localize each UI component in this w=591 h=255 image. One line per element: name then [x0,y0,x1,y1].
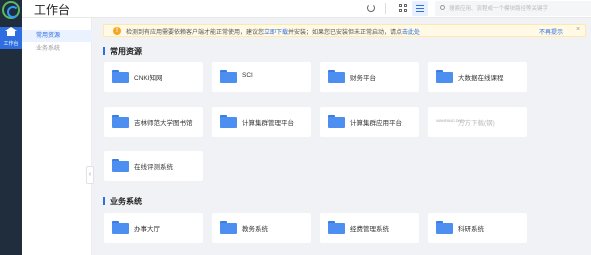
folder-icon [328,70,345,83]
folder-icon [220,115,237,128]
card-label: 在线评测系统 [134,164,173,171]
submenu-item-business[interactable]: 业务系统 [22,43,92,55]
close-notice-icon[interactable]: × [576,26,580,33]
section-title-business: 业务系统 [103,197,142,206]
dont-show-again-link[interactable]: 不再提示 [539,27,563,36]
card-label: 教务系统 [242,226,268,233]
grid-view-icon[interactable] [399,4,408,13]
main-content: ! 检测到有应用需要依赖客户端才能正常使用，建议您立即下载并安装；如果您已安装但… [100,18,591,255]
resource-card[interactable]: 科研系统 [428,213,527,243]
search-icon [440,5,445,10]
card-label: 计算集群应用平台 [350,120,402,127]
secondary-menu: 常用资源 业务系统 [22,18,92,255]
resource-card[interactable]: SCI [212,62,311,92]
section-title-common: 常用资源 [103,47,142,56]
card-label: 吉林师范大学图书馆 [134,120,193,127]
card-label: 计算集群管理平台 [242,120,294,127]
folder-icon [436,70,453,83]
folder-icon [220,70,237,83]
folder-icon [220,221,237,234]
nav-item-workbench[interactable]: 工作台 [0,27,22,49]
card-label: 科研系统 [458,226,484,233]
resource-card[interactable]: 吉林师范大学图书馆 [104,107,203,137]
folder-icon [112,115,129,128]
collapse-menu-button[interactable]: ‹ [86,166,94,184]
resource-card[interactable]: CNKI知网 [104,62,203,92]
refresh-icon[interactable] [367,4,375,12]
folder-icon [112,70,129,83]
notice-text: 检测到有应用需要依赖客户端才能正常使用，建议您立即下载并安装；如果您已安装但未正… [126,30,421,36]
resource-card[interactable]: 办事大厅 [104,213,203,243]
click-here-link[interactable]: 击此处 [402,30,420,36]
card-label: 经费管理系统 [350,226,389,233]
card-label: 办事大厅 [134,226,160,233]
client-notice-banner: ! 检测到有应用需要依赖客户端才能正常使用，建议您立即下载并安装；如果您已安装但… [103,24,586,37]
resource-card[interactable]: 计算集群管理平台 [212,107,311,137]
app-root: 工作台 工作台 搜索应用、流程或一个模块路径等关键字 × 常用资源 业务系统 ‹… [0,0,591,255]
folder-icon [436,221,453,234]
resource-card[interactable]: 经费管理系统 [320,213,419,243]
resource-card[interactable]: 财务平台 [320,62,419,92]
download-link[interactable]: 立即下载 [264,30,288,36]
search-input[interactable]: 搜索应用、流程或一个模块路径等关键字 × [435,1,591,16]
folder-icon [112,159,129,172]
resource-card[interactable]: 计算集群应用平台 [320,107,419,137]
list-view-button[interactable] [412,1,428,16]
divider [385,3,386,14]
folder-icon [328,115,345,128]
search-placeholder: 搜索应用、流程或一个模块路径等关键字 [449,6,549,12]
home-icon [5,27,17,37]
card-label: CNKI知网 [134,75,163,82]
folder-icon [328,221,345,234]
warning-icon: ! [113,27,121,35]
submenu-item-common[interactable]: 常用资源 [22,30,92,42]
app-logo-icon [2,1,20,19]
top-header: 工作台 搜索应用、流程或一个模块路径等关键字 × [22,0,591,18]
card-label: SCI [242,72,253,79]
resource-card[interactable]: 教务系统 [212,213,311,243]
card-label: 万方下载(钢) [458,120,495,127]
nav-item-label: 工作台 [3,41,19,47]
card-label: 财务平台 [350,75,376,82]
resource-card[interactable]: 在线评测系统 [104,151,203,181]
resource-card[interactable]: 大数据在线课程 [428,62,527,92]
folder-icon [112,221,129,234]
page-title: 工作台 [34,3,71,17]
card-label: 大数据在线课程 [458,75,504,82]
resource-card[interactable]: WANFANG DATA 万方下载(钢) [428,107,527,137]
nav-rail: 工作台 [0,0,22,255]
